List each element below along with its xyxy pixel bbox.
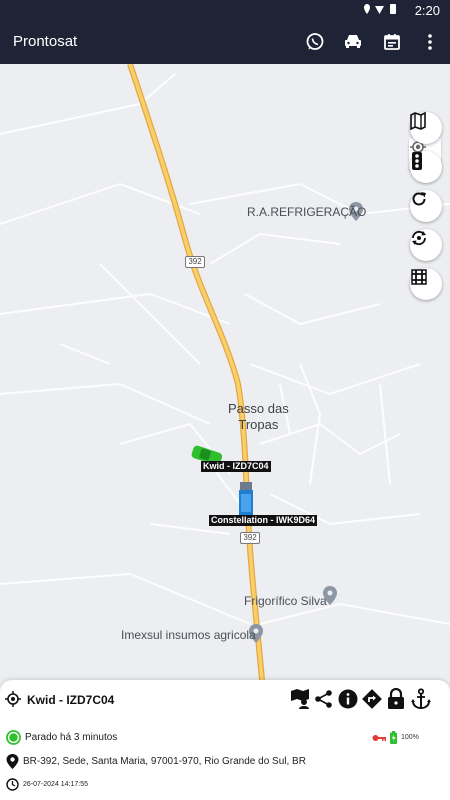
status-bar: 2:20 <box>0 0 450 20</box>
lock-icon[interactable] <box>385 688 407 710</box>
status-ok-icon <box>6 730 21 745</box>
directions-icon[interactable] <box>361 688 383 710</box>
route-badge: 392 <box>185 256 205 268</box>
location-pin-icon <box>6 754 19 769</box>
timestamp-row: 26-07-2024 14:17:55 <box>6 778 88 791</box>
status-row: Parado há 3 minutos <box>6 730 117 745</box>
route-badge: 392 <box>240 532 260 544</box>
map-roads <box>0 64 450 680</box>
clock-icon <box>6 778 19 791</box>
clock: 2:20 <box>414 3 440 18</box>
car-icon[interactable] <box>341 30 365 54</box>
battery-level: 100% <box>401 734 419 741</box>
calendar-icon[interactable] <box>380 30 404 54</box>
place-label-frigorifico: Frigorífico Silva <box>244 594 327 608</box>
refresh-button[interactable] <box>410 190 442 222</box>
anchor-icon[interactable] <box>410 688 432 710</box>
town-label: Passo das Tropas <box>228 401 289 433</box>
town-label-line: Tropas <box>238 417 279 432</box>
map-pin-person-icon[interactable] <box>289 688 311 710</box>
grid-icon <box>411 269 427 285</box>
timestamp-text: 26-07-2024 14:17:55 <box>23 781 88 788</box>
target-icon[interactable] <box>5 691 21 712</box>
ignition-key-icon <box>372 735 386 741</box>
address-row: BR-392, Sede, Santa Maria, 97001-970, Ri… <box>6 754 306 769</box>
whatsapp-icon[interactable] <box>303 30 327 54</box>
signal-wifi-battery-icon <box>364 4 396 14</box>
truck-marker-constellation[interactable] <box>239 482 253 516</box>
battery-icon <box>390 731 397 744</box>
vehicle-label-kwid: Kwid - IZD7C04 <box>201 461 271 472</box>
grid-button[interactable] <box>410 268 442 300</box>
status-text: Parado há 3 minutos <box>25 732 118 743</box>
traffic-icon <box>412 152 422 170</box>
map-layers-icon <box>410 112 426 130</box>
map-layers-button[interactable] <box>410 112 442 144</box>
status-icons <box>364 3 398 18</box>
vehicle-info-panel: Kwid - IZD7C04 Parado há 3 minutos 100% … <box>0 680 450 800</box>
app-bar: Prontosat <box>0 20 450 64</box>
place-label-refrigeracao: R.A.REFRIGERAÇÃO <box>247 205 367 219</box>
share-icon[interactable] <box>313 688 335 710</box>
town-label-line: Passo das <box>228 401 289 416</box>
more-vert-icon[interactable] <box>418 30 442 54</box>
rotate-button[interactable] <box>410 229 442 261</box>
info-icon[interactable] <box>337 688 359 710</box>
map-view[interactable]: 392 392 R.A.REFRIGERAÇÃO Passo das Tropa… <box>0 64 450 680</box>
refresh-icon <box>412 192 426 206</box>
address-text: BR-392, Sede, Santa Maria, 97001-970, Ri… <box>23 756 306 767</box>
vehicle-name: Kwid - IZD7C04 <box>27 693 115 707</box>
vehicle-label-constellation: Constellation - IWK9D64 <box>209 515 318 526</box>
rotate-icon <box>412 230 426 246</box>
traffic-button[interactable] <box>410 151 442 183</box>
place-label-imexsul: Imexsul insumos agricola <box>121 628 256 642</box>
app-title: Prontosat <box>13 33 78 50</box>
